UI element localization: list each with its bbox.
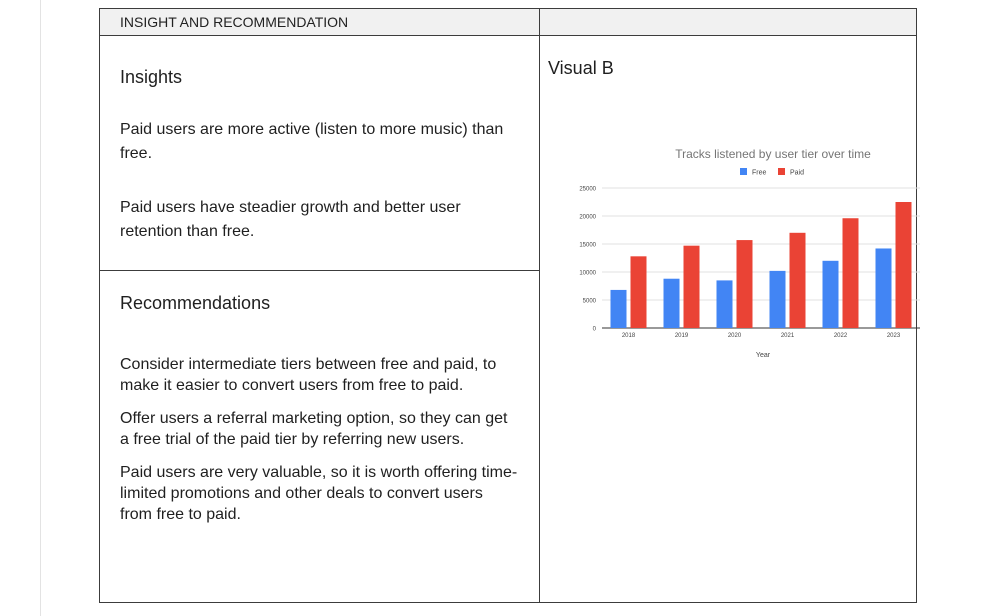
bar-free-2023	[875, 248, 892, 328]
bar-paid-2021	[789, 232, 806, 328]
x-tick-label: 2018	[622, 333, 636, 339]
legend-label-paid: Paid	[790, 170, 804, 177]
bar-free-2021	[769, 270, 786, 328]
recommendations-cell: Recommendations Consider intermediate ti…	[99, 270, 540, 603]
insight-table: INSIGHT AND RECOMMENDATION Insights Paid…	[99, 8, 920, 603]
bar-free-2018	[610, 289, 627, 328]
visual-title: Visual B	[548, 58, 614, 78]
recommendation-item-3: Paid users are very valuable, so it is w…	[120, 464, 518, 523]
insights-cell: Insights Paid users are more active (lis…	[99, 35, 540, 271]
y-tick-label: 5000	[583, 299, 597, 305]
bar-paid-2018	[630, 256, 647, 328]
y-tick-label: 10000	[579, 271, 596, 277]
insight-item-1: Paid users are more active (listen to mo…	[120, 121, 504, 162]
visual-cell: Visual B Tracks listened by user tier ov…	[539, 35, 920, 603]
insight-item-2: Paid users have steadier growth and bett…	[120, 199, 461, 240]
bar-free-2020	[716, 280, 733, 328]
table-header-right	[539, 8, 917, 36]
x-tick-label: 2023	[887, 333, 901, 339]
bar-free-2019	[663, 278, 680, 328]
y-tick-label: 0	[593, 327, 597, 333]
bar-paid-2019	[683, 245, 700, 328]
insights-title: Insights	[120, 67, 183, 87]
recommendations-title: Recommendations	[120, 293, 271, 313]
legend-swatch-paid	[778, 168, 785, 175]
bar-chart: Tracks listened by user tier over time Fr…	[579, 147, 920, 359]
legend-swatch-free	[740, 168, 747, 175]
bar-paid-2020	[736, 240, 753, 328]
y-tick-label: 15000	[579, 243, 596, 249]
y-tick-label: 25000	[579, 187, 596, 193]
page-margin-rule	[40, 0, 41, 616]
x-tick-label: 2022	[834, 333, 848, 339]
table-header-left: INSIGHT AND RECOMMENDATION	[99, 8, 540, 36]
chart-title: Tracks listened by user tier over time	[675, 147, 871, 161]
y-tick-label: 20000	[579, 215, 596, 221]
bar-paid-2023	[895, 202, 912, 328]
recommendation-item-1: Consider intermediate tiers between free…	[120, 356, 497, 394]
bar-paid-2022	[842, 218, 859, 328]
bar-free-2022	[822, 260, 839, 328]
x-tick-label: 2021	[781, 333, 795, 339]
x-tick-label: 2019	[675, 333, 689, 339]
recommendation-item-2: Offer users a referral marketing option,…	[120, 410, 508, 448]
x-tick-label: 2020	[728, 333, 742, 339]
x-axis-label: Year	[756, 352, 771, 359]
legend-label-free: Free	[752, 170, 767, 177]
